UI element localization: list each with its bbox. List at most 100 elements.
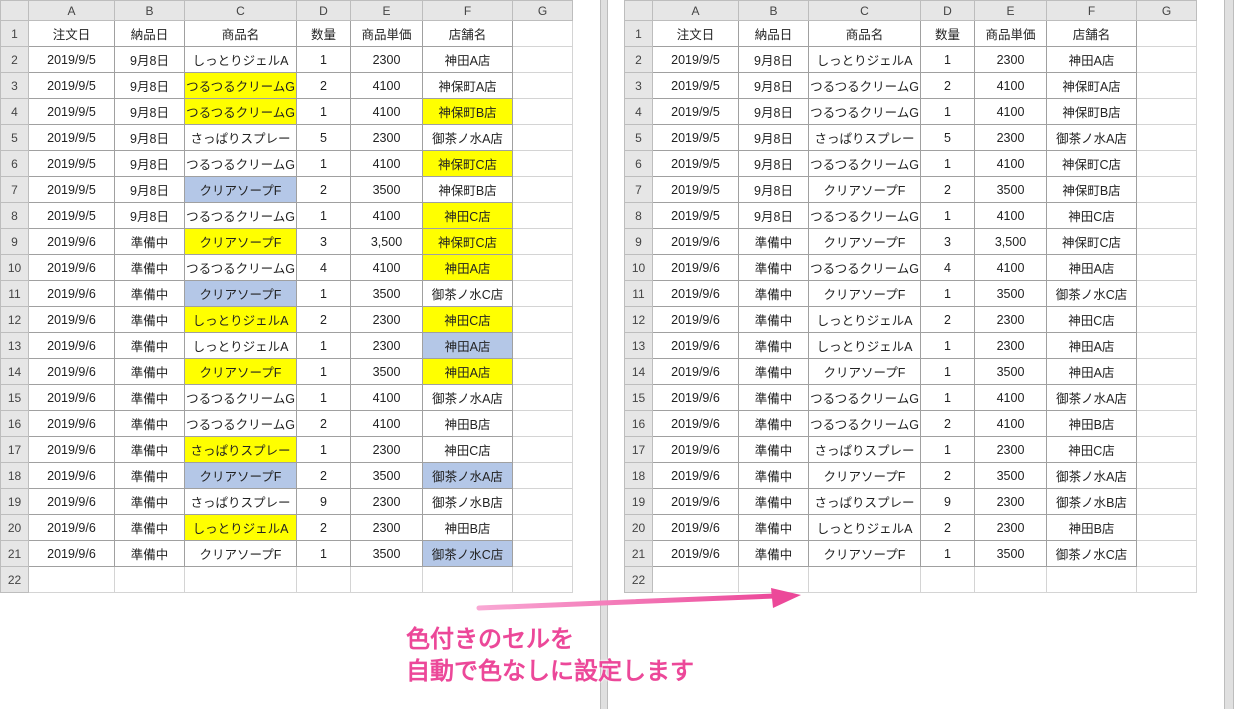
data-cell[interactable]: 準備中 xyxy=(739,463,809,489)
data-cell[interactable]: 2019/9/5 xyxy=(29,125,115,151)
data-cell[interactable]: さっぱりスプレー xyxy=(809,125,921,151)
column-header-C[interactable]: C xyxy=(185,1,297,21)
cell[interactable] xyxy=(513,333,573,359)
data-cell[interactable]: 5 xyxy=(921,125,975,151)
column-header-F[interactable]: F xyxy=(1047,1,1137,21)
cell[interactable] xyxy=(513,307,573,333)
field-header-cell[interactable]: 店舗名 xyxy=(423,21,513,47)
data-cell[interactable]: 2300 xyxy=(975,47,1047,73)
data-cell[interactable]: 神田A店 xyxy=(423,333,513,359)
row-header[interactable]: 7 xyxy=(1,177,29,203)
data-cell[interactable]: 2 xyxy=(297,307,351,333)
data-cell[interactable]: クリアソープF xyxy=(809,463,921,489)
cell[interactable] xyxy=(297,567,351,593)
data-cell[interactable]: 9月8日 xyxy=(739,203,809,229)
data-cell[interactable]: 準備中 xyxy=(115,411,185,437)
data-cell[interactable]: 神田C店 xyxy=(423,307,513,333)
data-cell[interactable]: 1 xyxy=(297,333,351,359)
row-header[interactable]: 18 xyxy=(1,463,29,489)
data-cell[interactable]: 神田A店 xyxy=(1047,255,1137,281)
cell[interactable] xyxy=(513,177,573,203)
data-cell[interactable]: 神保町C店 xyxy=(1047,229,1137,255)
data-cell[interactable]: つるつるクリームG xyxy=(809,99,921,125)
data-cell[interactable]: 3500 xyxy=(351,177,423,203)
data-cell[interactable]: 9月8日 xyxy=(115,73,185,99)
data-cell[interactable]: 準備中 xyxy=(739,359,809,385)
data-cell[interactable]: 準備中 xyxy=(115,229,185,255)
data-cell[interactable]: 御茶ノ水C店 xyxy=(423,541,513,567)
data-cell[interactable]: 2019/9/5 xyxy=(29,47,115,73)
column-header-E[interactable]: E xyxy=(351,1,423,21)
cell[interactable] xyxy=(1137,73,1197,99)
data-cell[interactable]: 準備中 xyxy=(739,385,809,411)
data-cell[interactable]: 2019/9/6 xyxy=(653,411,739,437)
data-cell[interactable]: 4100 xyxy=(351,203,423,229)
row-header[interactable]: 13 xyxy=(1,333,29,359)
cell[interactable] xyxy=(1137,99,1197,125)
data-cell[interactable]: 4100 xyxy=(975,385,1047,411)
data-cell[interactable]: 2019/9/6 xyxy=(29,281,115,307)
data-cell[interactable]: しっとりジェルA xyxy=(185,515,297,541)
data-cell[interactable]: 2019/9/5 xyxy=(653,73,739,99)
data-cell[interactable]: 2019/9/6 xyxy=(653,255,739,281)
data-cell[interactable]: 2019/9/6 xyxy=(29,515,115,541)
data-cell[interactable]: 御茶ノ水C店 xyxy=(1047,281,1137,307)
cell[interactable] xyxy=(185,567,297,593)
data-cell[interactable]: 1 xyxy=(297,437,351,463)
row-header[interactable]: 20 xyxy=(625,515,653,541)
data-cell[interactable]: 9月8日 xyxy=(115,47,185,73)
data-cell[interactable]: 2019/9/5 xyxy=(653,125,739,151)
row-header[interactable]: 5 xyxy=(625,125,653,151)
column-header-A[interactable]: A xyxy=(653,1,739,21)
data-cell[interactable]: つるつるクリームG xyxy=(809,203,921,229)
data-cell[interactable]: 神田A店 xyxy=(1047,333,1137,359)
row-header[interactable]: 15 xyxy=(625,385,653,411)
cell[interactable] xyxy=(1137,203,1197,229)
data-cell[interactable]: 4100 xyxy=(351,255,423,281)
row-header[interactable]: 4 xyxy=(1,99,29,125)
data-cell[interactable]: 2300 xyxy=(975,437,1047,463)
data-cell[interactable]: 2019/9/6 xyxy=(653,541,739,567)
row-header[interactable]: 12 xyxy=(625,307,653,333)
cell[interactable] xyxy=(513,229,573,255)
data-cell[interactable]: 御茶ノ水B店 xyxy=(423,489,513,515)
data-cell[interactable]: クリアソープF xyxy=(185,281,297,307)
data-cell[interactable]: 2019/9/5 xyxy=(29,73,115,99)
data-cell[interactable]: 4100 xyxy=(975,151,1047,177)
data-cell[interactable]: 1 xyxy=(297,359,351,385)
cell[interactable] xyxy=(513,489,573,515)
cell[interactable] xyxy=(1137,437,1197,463)
cell[interactable] xyxy=(513,411,573,437)
data-cell[interactable]: 準備中 xyxy=(115,489,185,515)
data-cell[interactable]: つるつるクリームG xyxy=(185,255,297,281)
data-cell[interactable]: 神田A店 xyxy=(423,47,513,73)
data-cell[interactable]: 2019/9/6 xyxy=(653,307,739,333)
data-cell[interactable]: 準備中 xyxy=(115,437,185,463)
data-cell[interactable]: 神保町B店 xyxy=(1047,99,1137,125)
data-cell[interactable]: 神田B店 xyxy=(423,515,513,541)
data-cell[interactable]: 神保町A店 xyxy=(423,73,513,99)
data-cell[interactable]: 2019/9/6 xyxy=(653,437,739,463)
cell[interactable] xyxy=(1137,333,1197,359)
data-cell[interactable]: 準備中 xyxy=(739,541,809,567)
field-header-cell[interactable]: 商品単価 xyxy=(351,21,423,47)
data-cell[interactable]: 4100 xyxy=(975,203,1047,229)
cell[interactable] xyxy=(1137,541,1197,567)
data-cell[interactable]: 4 xyxy=(297,255,351,281)
data-cell[interactable]: 9月8日 xyxy=(739,125,809,151)
data-cell[interactable]: 2300 xyxy=(975,333,1047,359)
row-header[interactable]: 17 xyxy=(1,437,29,463)
row-header[interactable]: 20 xyxy=(1,515,29,541)
data-cell[interactable]: 2019/9/6 xyxy=(653,229,739,255)
data-cell[interactable]: クリアソープF xyxy=(809,177,921,203)
data-cell[interactable]: つるつるクリームG xyxy=(185,385,297,411)
row-header[interactable]: 22 xyxy=(1,567,29,593)
data-cell[interactable]: 御茶ノ水A店 xyxy=(423,385,513,411)
data-cell[interactable]: 2300 xyxy=(975,125,1047,151)
cell[interactable] xyxy=(739,567,809,593)
data-cell[interactable]: 準備中 xyxy=(739,307,809,333)
cell[interactable] xyxy=(1137,151,1197,177)
data-cell[interactable]: 2300 xyxy=(975,489,1047,515)
cell[interactable] xyxy=(513,463,573,489)
row-header[interactable]: 5 xyxy=(1,125,29,151)
